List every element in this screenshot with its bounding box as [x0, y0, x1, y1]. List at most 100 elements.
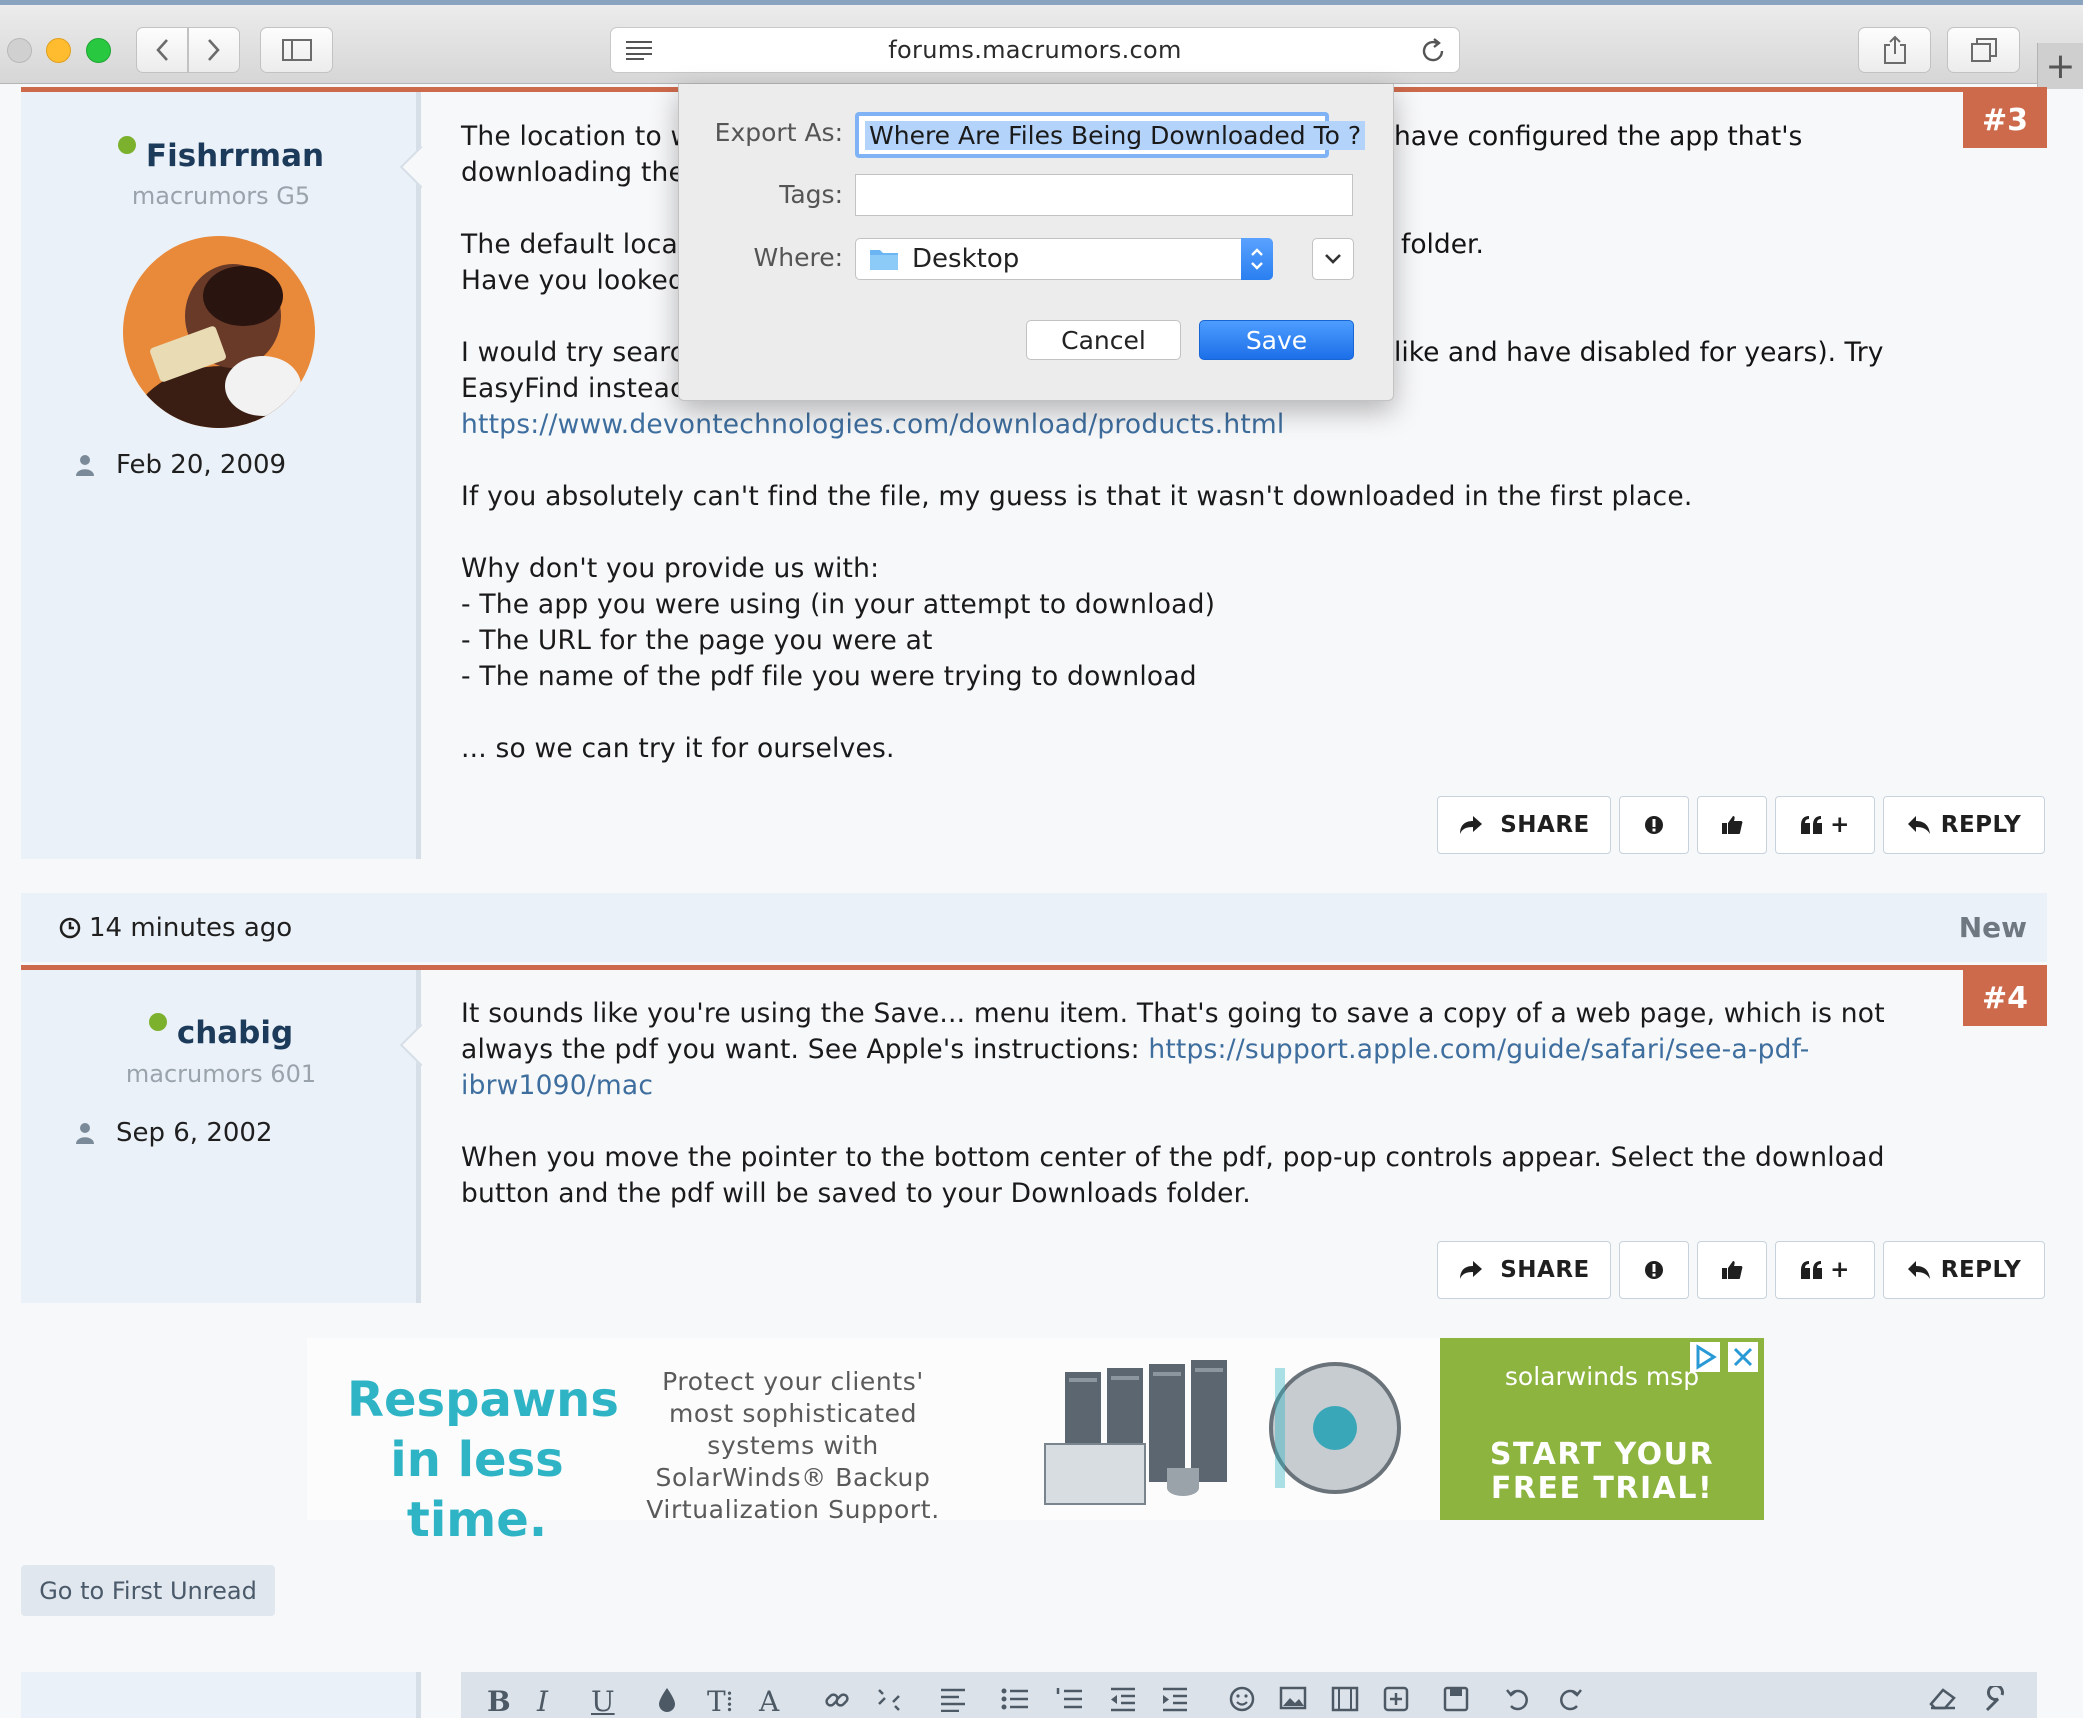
color-drop-icon[interactable] — [657, 1686, 677, 1714]
exclamation-icon — [1645, 816, 1663, 834]
share-arrow-icon — [1460, 1261, 1483, 1279]
quote-icon — [1801, 1261, 1823, 1279]
ad-close-icon[interactable] — [1728, 1342, 1758, 1372]
post-text: EasyFind instead — [461, 373, 688, 404]
thumbs-up-icon — [1722, 1261, 1743, 1279]
expand-dialog-button[interactable] — [1312, 238, 1354, 280]
media-icon[interactable] — [1331, 1686, 1359, 1712]
new-tab-button[interactable]: + — [2037, 43, 2083, 89]
post-timestamp[interactable]: 14 minutes ago — [59, 913, 292, 943]
post-meta-bar: 14 minutes ago New — [21, 893, 2047, 962]
user-pane: Fishrrman macrumors G5 Feb 20, 2009 — [21, 92, 421, 859]
sidebar-button[interactable] — [260, 27, 333, 73]
multiquote-label: + — [1830, 812, 1850, 838]
go-to-first-unread-button[interactable]: Go to First Unread — [21, 1565, 275, 1616]
wrench-icon[interactable] — [1983, 1686, 2011, 1714]
quote-icon — [1801, 816, 1823, 834]
eraser-icon[interactable] — [1927, 1686, 1957, 1710]
image-icon[interactable] — [1279, 1686, 1307, 1710]
indent-icon[interactable] — [1161, 1686, 1189, 1712]
devontechnologies-link[interactable]: https://www.devontechnologies.com/downlo… — [461, 409, 1285, 440]
share-button[interactable]: SHARE — [1437, 1241, 1611, 1299]
font-family-icon[interactable]: A — [759, 1686, 779, 1718]
browser-toolbar: forums.macrumors.com + — [0, 0, 2083, 89]
save-draft-icon[interactable] — [1443, 1686, 1469, 1712]
window-close-button[interactable] — [7, 38, 32, 63]
where-select[interactable]: Desktop — [855, 238, 1273, 280]
advertisement-banner[interactable]: Respawns in less time. Protect your clie… — [307, 1338, 1764, 1548]
username-row: Fishrrman — [21, 136, 421, 174]
reply-arrow-icon — [1907, 816, 1930, 834]
user-icon — [76, 455, 94, 476]
reader-icon[interactable] — [625, 39, 653, 61]
outdent-icon[interactable] — [1109, 1686, 1137, 1712]
report-button[interactable] — [1619, 1241, 1689, 1299]
bold-icon[interactable]: B — [487, 1686, 511, 1718]
font-size-icon[interactable]: T⁞ — [707, 1686, 733, 1718]
reply-button[interactable]: REPLY — [1883, 796, 2045, 854]
align-icon[interactable] — [939, 1686, 967, 1712]
italic-icon[interactable]: I — [537, 1686, 548, 1718]
exclamation-icon — [1645, 1261, 1663, 1279]
reply-label: REPLY — [1940, 812, 2022, 838]
join-date: Feb 20, 2009 — [76, 450, 286, 480]
ad-choices-icon[interactable] — [1690, 1342, 1720, 1372]
list-item: - The URL for the page you were at — [461, 625, 933, 656]
address-bar[interactable]: forums.macrumors.com — [610, 27, 1460, 73]
editor-user-pane — [21, 1672, 421, 1718]
window-zoom-button[interactable] — [86, 38, 111, 63]
window-minimize-button[interactable] — [46, 38, 71, 63]
share-label: SHARE — [1500, 812, 1590, 838]
post-actions: SHARE + REPLY — [1437, 1241, 2045, 1299]
timestamp-text: 14 minutes ago — [89, 912, 293, 943]
share-button[interactable]: SHARE — [1437, 796, 1611, 854]
tabs-overview-button[interactable] — [1947, 27, 2020, 73]
like-button[interactable] — [1697, 796, 1767, 854]
bullet-list-icon[interactable] — [1001, 1686, 1029, 1712]
reply-arrow-icon — [1907, 1261, 1930, 1279]
where-value: Desktop — [912, 244, 1020, 274]
post-text: When you move the pointer to the bottom … — [461, 1142, 1885, 1209]
underline-icon[interactable]: U — [591, 1686, 615, 1718]
numbered-list-icon[interactable] — [1055, 1686, 1083, 1712]
undo-icon[interactable] — [1505, 1686, 1531, 1712]
chevron-down-icon — [1325, 254, 1341, 264]
export-as-label: Export As: — [714, 118, 843, 147]
export-save-dialog: Export As: Where Are Files Being Downloa… — [678, 84, 1394, 401]
thumbs-up-icon — [1722, 816, 1743, 834]
multiquote-button[interactable]: + — [1775, 1241, 1875, 1299]
smiley-icon[interactable] — [1229, 1686, 1255, 1712]
username-link[interactable]: Fishrrman — [146, 138, 324, 174]
back-button[interactable] — [136, 27, 188, 73]
new-badge: New — [1958, 911, 2027, 944]
post-text: The default locat — [461, 229, 689, 260]
avatar[interactable] — [123, 236, 315, 428]
tags-field[interactable] — [855, 174, 1353, 216]
ad-cta-text: START YOUR FREE TRIAL! — [1489, 1437, 1715, 1506]
insert-icon[interactable] — [1383, 1686, 1409, 1712]
stepper-icon[interactable] — [1241, 238, 1273, 280]
username-link[interactable]: chabig — [177, 1015, 293, 1051]
forward-button[interactable] — [188, 27, 240, 73]
save-button[interactable]: Save — [1199, 320, 1354, 360]
unlink-icon[interactable] — [875, 1686, 903, 1714]
export-as-field[interactable]: Where Are Files Being Downloaded To ? — [855, 112, 1366, 158]
multiquote-button[interactable]: + — [1775, 796, 1875, 854]
multiquote-label: + — [1830, 1257, 1850, 1283]
ad-cta-panel[interactable]: solarwinds msp START YOUR FREE TRIAL! — [1440, 1338, 1764, 1520]
post-number[interactable]: #4 — [1963, 970, 2047, 1026]
share-toolbar-button[interactable] — [1858, 27, 1931, 73]
list-item: - The app you were using (in your attemp… — [461, 589, 1216, 620]
link-icon[interactable] — [823, 1686, 851, 1714]
reload-icon[interactable] — [1419, 37, 1447, 65]
ad-copy: Protect your clients' most sophisticated… — [646, 1367, 940, 1524]
report-button[interactable] — [1619, 796, 1689, 854]
join-date: Sep 6, 2002 — [76, 1118, 273, 1148]
post-text: like and have disabled for years). Try — [1394, 337, 1884, 368]
redo-icon[interactable] — [1557, 1686, 1583, 1712]
editor-toolbar: B I U T⁞ A — [461, 1672, 2037, 1718]
reply-button[interactable]: REPLY — [1883, 1241, 2045, 1299]
post-text: The location to w — [461, 121, 693, 152]
like-button[interactable] — [1697, 1241, 1767, 1299]
cancel-button[interactable]: Cancel — [1026, 320, 1181, 360]
